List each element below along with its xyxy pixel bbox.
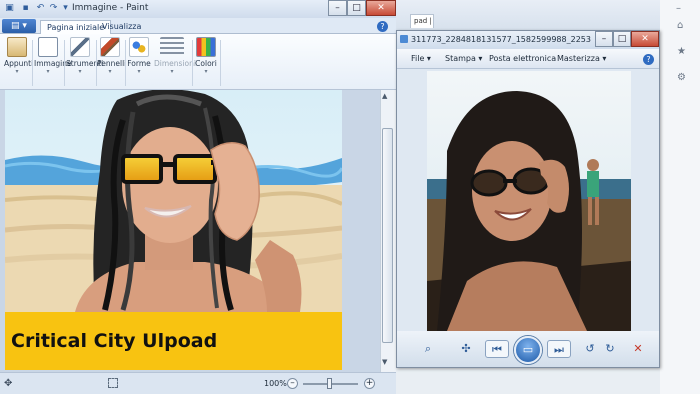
size-label: Dimensioni	[154, 59, 196, 68]
scrollbar-thumb[interactable]	[382, 128, 393, 343]
maximize-button[interactable]: □	[347, 0, 366, 16]
menu-print[interactable]: Stampa ▾	[445, 54, 482, 63]
tools-icon	[70, 37, 90, 57]
home-icon[interactable]: ⌂	[677, 20, 683, 31]
image-icon	[38, 37, 58, 57]
background-tab-label: pad |	[414, 17, 432, 25]
viewer-menubar: File ▾ Stampa ▾ Posta elettronica Master…	[397, 49, 659, 69]
menu-burn-label: Masterizza	[557, 54, 600, 63]
background-window-header	[396, 0, 700, 30]
brushes-label: Pennelli	[97, 59, 127, 68]
photo-viewer-window: 311773_2284818131577_1582599988_2253930_…	[396, 30, 660, 368]
ribbon-separator	[32, 40, 33, 86]
zoom-out-button[interactable]: –	[287, 378, 298, 389]
viewer-app-icon	[400, 35, 408, 43]
image-group-button[interactable]: Immagine ▾	[34, 37, 72, 87]
image-label: Immagine	[34, 59, 72, 68]
size-group-button[interactable]: Dimensioni ▾	[154, 37, 196, 87]
next-icon[interactable]: ⏭	[547, 340, 571, 358]
shapes-group-button[interactable]: Forme ▾	[127, 37, 151, 87]
menu-file[interactable]: File ▾	[411, 54, 431, 63]
gear-icon[interactable]: ⚙	[677, 72, 686, 83]
brush-icon	[100, 37, 120, 57]
paint-titlebar: ▣ ▪ ↶ ↷ ▾ Immagine - Paint – □ ✕	[0, 0, 396, 18]
canvas-area: Critical City Ulpoad	[0, 90, 380, 372]
zoom-slider-thumb[interactable]	[327, 378, 332, 389]
delete-icon[interactable]: ✕	[629, 340, 647, 358]
viewer-controls: ⌕ ✣ ⏮ ▭ ⏭ ↺ ↻ ✕	[397, 331, 659, 367]
zoom-level: 100%	[264, 379, 287, 388]
menu-burn[interactable]: Masterizza ▾	[557, 54, 606, 63]
clipboard-icon	[7, 37, 27, 57]
help-icon[interactable]: ?	[377, 21, 388, 32]
previous-icon[interactable]: ⏮	[485, 340, 509, 358]
tools-label: Strumenti	[66, 59, 104, 68]
paint-window-controls: – □ ✕	[328, 0, 396, 17]
drawing-canvas[interactable]: Critical City Ulpoad	[5, 90, 342, 370]
save-icon[interactable]: ▪	[20, 3, 31, 14]
scroll-down-arrow-icon[interactable]: ▼	[382, 358, 387, 366]
viewer-window-controls: – □ ✕	[595, 31, 659, 47]
close-button[interactable]: ✕	[631, 31, 659, 47]
customize-dropdown-icon[interactable]: ▾	[60, 3, 71, 14]
paint-menu-button[interactable]: ▤ ▾	[2, 19, 36, 33]
menu-print-label: Stampa	[445, 54, 476, 63]
zoom-icon[interactable]: ⌕	[419, 340, 437, 358]
selection-size-icon	[108, 378, 118, 388]
ribbon-tabs: ▤ ▾ Pagina iniziale Visualizza ?	[0, 18, 396, 34]
colors-label: Colori	[195, 59, 217, 68]
rotate-right-icon[interactable]: ↻	[601, 340, 619, 358]
ribbon-separator	[220, 40, 221, 86]
rotate-left-icon[interactable]: ↺	[581, 340, 599, 358]
slideshow-button[interactable]: ▭	[514, 336, 542, 364]
menu-email-label: Posta elettronica	[489, 54, 557, 63]
ribbon-separator	[192, 40, 193, 86]
redo-icon[interactable]: ↷	[48, 3, 59, 14]
shapes-icon	[129, 37, 149, 57]
star-icon[interactable]: ★	[677, 46, 686, 57]
ribbon-separator	[125, 40, 126, 86]
tools-group-button[interactable]: Strumenti ▾	[66, 37, 104, 87]
paint-window: ▣ ▪ ↶ ↷ ▾ Immagine - Paint – □ ✕ ▤ ▾ Pag…	[0, 0, 396, 394]
clipboard-group-button[interactable]: Appunti ▾	[4, 37, 34, 87]
minimize-button[interactable]: –	[595, 31, 613, 47]
help-icon[interactable]: ?	[643, 54, 654, 65]
scroll-up-arrow-icon[interactable]: ▲	[382, 92, 387, 100]
minimize-button[interactable]: –	[328, 0, 347, 16]
close-button[interactable]: ✕	[366, 0, 396, 16]
colors-icon	[196, 37, 216, 57]
maximize-button[interactable]: □	[613, 31, 631, 47]
cursor-position-icon: ✥	[4, 378, 13, 389]
line-size-icon	[160, 37, 184, 57]
zoom-in-button[interactable]: +	[364, 378, 375, 389]
clipboard-label: Appunti	[4, 59, 34, 68]
actual-size-icon[interactable]: ✣	[457, 340, 475, 358]
background-tab[interactable]: pad |	[410, 14, 434, 28]
brushes-group-button[interactable]: Pennelli ▾	[97, 37, 127, 87]
viewer-titlebar: 311773_2284818131577_1582599988_2253930_…	[397, 31, 659, 49]
colors-group-button[interactable]: Colori ▾	[194, 37, 218, 87]
photo-illustration	[427, 71, 631, 331]
menu-file-label: File	[411, 54, 425, 63]
ribbon: Appunti ▾ Immagine ▾ Strumenti ▾ Pennelli ▾ …	[0, 34, 396, 90]
viewer-window-title: 311773_2284818131577_1582599988_2253930_…	[411, 35, 591, 44]
tab-view[interactable]: Visualizza	[96, 20, 147, 34]
background-browser-window: – ⌂ ★ ⚙	[660, 0, 700, 394]
paint-app-icon[interactable]: ▣	[4, 3, 15, 14]
undo-icon[interactable]: ↶	[35, 3, 46, 14]
status-bar: ✥ 100% – +	[0, 372, 396, 394]
caption-text: Critical City Ulpoad	[11, 330, 218, 352]
window-title: Immagine - Paint	[72, 3, 149, 13]
minimize-icon[interactable]: –	[676, 3, 681, 14]
photo-image	[427, 71, 631, 331]
menu-email[interactable]: Posta elettronica	[489, 54, 556, 63]
shapes-label: Forme	[127, 59, 151, 68]
ribbon-separator	[64, 40, 65, 86]
